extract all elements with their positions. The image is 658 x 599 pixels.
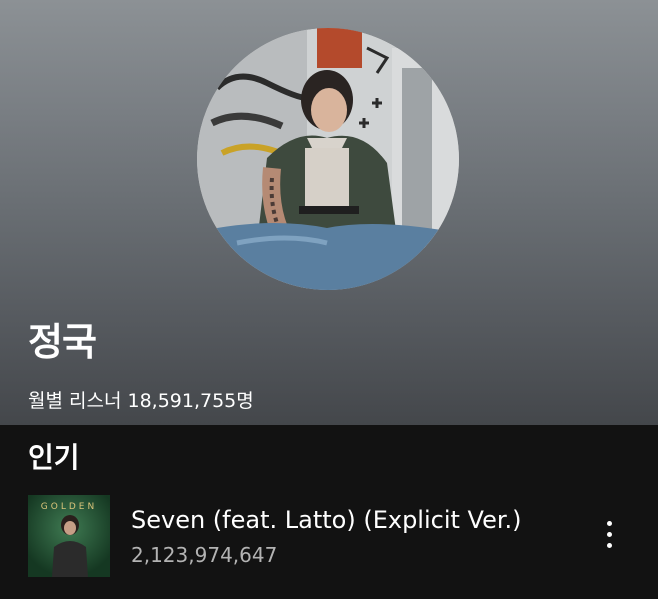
popular-section-title: 인기 <box>28 441 80 474</box>
monthly-listeners: 월별 리스너 18,591,755명 <box>28 390 254 412</box>
artist-name: 정국 <box>28 320 97 364</box>
track-play-count: 2,123,974,647 <box>131 543 278 567</box>
track-title: Seven (feat. Latto) (Explicit Ver.) <box>131 506 522 534</box>
more-options-button[interactable] <box>596 515 624 555</box>
track-row[interactable]: GOLDEN Seven (feat. Latto) (Explicit Ver… <box>0 495 658 577</box>
artist-page: 정국 월별 리스너 18,591,755명 인기 GOLDEN Seven (f… <box>0 0 658 599</box>
album-art: GOLDEN <box>28 495 110 577</box>
album-art-label: GOLDEN <box>41 502 97 512</box>
artist-avatar <box>197 28 459 290</box>
artist-header: 정국 월별 리스너 18,591,755명 <box>0 0 658 425</box>
